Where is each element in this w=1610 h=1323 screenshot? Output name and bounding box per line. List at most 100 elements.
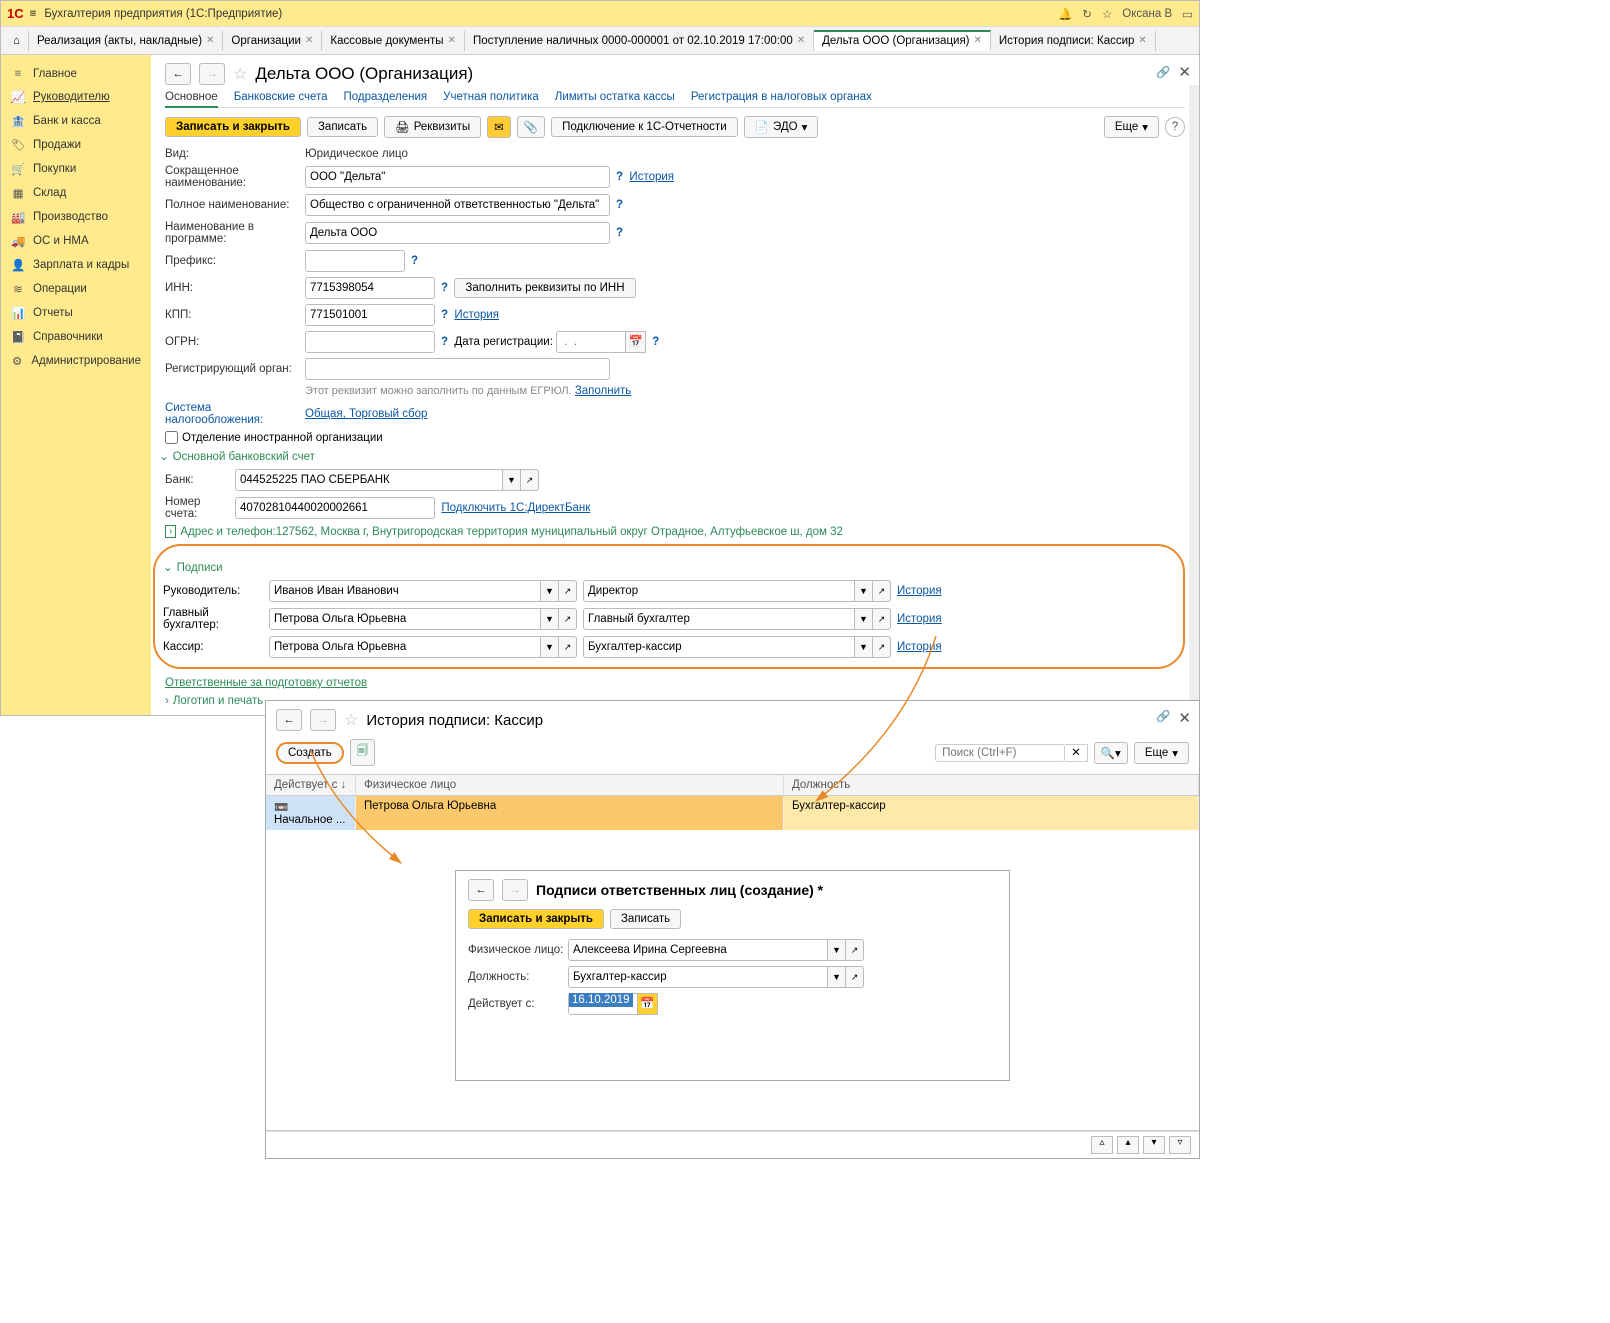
acc-pos-input[interactable] bbox=[583, 608, 855, 630]
clear-icon[interactable]: ✕ bbox=[1065, 744, 1088, 762]
edo-button[interactable]: 📄 ЭДО ▾ bbox=[744, 116, 819, 138]
addr-value[interactable]: 127562, Москва г, Внутригородская террит… bbox=[276, 526, 843, 538]
subtab-main[interactable]: Основное bbox=[165, 91, 218, 108]
save-close-button[interactable]: Записать и закрыть bbox=[165, 117, 301, 137]
resp-link[interactable]: Ответственные за подготовку отчетов bbox=[165, 677, 367, 689]
tab-2[interactable]: Кассовые документы✕ bbox=[322, 31, 465, 51]
more-button[interactable]: Еще ▾ bbox=[1134, 742, 1189, 764]
link-icon[interactable]: 🔗 bbox=[1156, 709, 1170, 727]
create-button[interactable]: Создать bbox=[276, 742, 344, 764]
favorite-icon[interactable]: ☆ bbox=[344, 710, 358, 730]
favorite-icon[interactable]: ☆ bbox=[233, 64, 247, 84]
help-icon[interactable]: ? bbox=[441, 336, 448, 348]
scroll-down-icon[interactable]: ▾ bbox=[1143, 1136, 1165, 1154]
help-icon[interactable]: ? bbox=[616, 199, 623, 211]
close-icon[interactable]: ✕ bbox=[1138, 35, 1146, 46]
dropdown-icon[interactable]: ▼ bbox=[828, 939, 846, 961]
close-icon[interactable]: ✕ bbox=[797, 35, 805, 46]
section-logo[interactable]: Логотип и печать bbox=[173, 695, 263, 707]
col-person[interactable]: Физическое лицо bbox=[356, 775, 784, 795]
menu-icon[interactable]: ≡ bbox=[30, 8, 37, 20]
inn-input[interactable] bbox=[305, 277, 435, 299]
nav-stock[interactable]: ▦Склад bbox=[1, 181, 151, 205]
connect-button[interactable]: Подключение к 1С-Отчетности bbox=[551, 117, 738, 137]
help-icon[interactable]: ? bbox=[411, 255, 418, 267]
open-icon[interactable]: ↗ bbox=[846, 939, 864, 961]
nav-bank[interactable]: 🏦Банк и касса bbox=[1, 109, 151, 133]
nav-admin[interactable]: ⚙Администрирование bbox=[1, 349, 151, 373]
person-input[interactable] bbox=[568, 939, 828, 961]
section-bank[interactable]: Основной банковский счет bbox=[159, 449, 1185, 463]
nav-prod[interactable]: 🏭Производство bbox=[1, 205, 151, 229]
acct-input[interactable] bbox=[235, 497, 435, 519]
help-icon[interactable]: ? bbox=[616, 171, 623, 183]
prog-input[interactable] bbox=[305, 222, 610, 244]
open-icon[interactable]: ↗ bbox=[873, 608, 891, 630]
save-close-button[interactable]: Записать и закрыть bbox=[468, 909, 604, 929]
nav-reports[interactable]: 📊Отчеты bbox=[1, 301, 151, 325]
back-button[interactable]: ← bbox=[276, 709, 302, 731]
scroll-top-icon[interactable]: ▵ bbox=[1091, 1136, 1113, 1154]
dir-pos-input[interactable] bbox=[583, 580, 855, 602]
open-icon[interactable]: ↗ bbox=[559, 580, 577, 602]
close-icon[interactable]: ✕ bbox=[305, 35, 313, 46]
tab-3[interactable]: Поступление наличных 0000-000001 от 02.1… bbox=[465, 31, 814, 51]
subtab-policy[interactable]: Учетная политика bbox=[443, 91, 539, 103]
close-icon[interactable]: ✕ bbox=[1178, 709, 1191, 727]
dir-person-input[interactable] bbox=[269, 580, 541, 602]
nav-purchase[interactable]: 🛒Покупки bbox=[1, 157, 151, 181]
more-button[interactable]: Еще ▾ bbox=[1104, 116, 1159, 138]
help-icon[interactable]: ? bbox=[652, 336, 659, 348]
foreign-checkbox[interactable] bbox=[165, 431, 178, 444]
history-link[interactable]: История bbox=[454, 309, 499, 321]
help-icon[interactable]: ? bbox=[616, 227, 623, 239]
dropdown-icon[interactable]: ▼ bbox=[503, 469, 521, 491]
tab-0[interactable]: Реализация (акты, накладные)✕ bbox=[29, 31, 223, 51]
attach-button[interactable]: 📎 bbox=[517, 116, 545, 138]
col-date[interactable]: Действует с bbox=[274, 779, 337, 791]
dropdown-icon[interactable]: ▼ bbox=[541, 608, 559, 630]
dropdown-icon[interactable]: ▼ bbox=[541, 580, 559, 602]
open-icon[interactable]: ↗ bbox=[846, 966, 864, 988]
section-addr[interactable]: Адрес и телефон: bbox=[180, 526, 275, 538]
expand-icon[interactable]: › bbox=[165, 695, 169, 707]
regdate-input[interactable] bbox=[556, 331, 626, 353]
dropdown-icon[interactable]: ▼ bbox=[855, 608, 873, 630]
section-sign[interactable]: Подписи bbox=[163, 560, 1175, 574]
home-tab-icon[interactable]: ⌂ bbox=[5, 31, 29, 51]
mini-icon[interactable]: ▭ bbox=[1182, 7, 1193, 21]
help-button[interactable]: ? bbox=[1165, 117, 1185, 137]
subtab-limits[interactable]: Лимиты остатка кассы bbox=[555, 91, 675, 103]
ogrn-input[interactable] bbox=[305, 331, 435, 353]
close-icon[interactable]: ✕ bbox=[206, 35, 214, 46]
kpp-input[interactable] bbox=[305, 304, 435, 326]
cash-pos-input[interactable] bbox=[583, 636, 855, 658]
expand-icon[interactable]: › bbox=[165, 525, 176, 538]
directbank-link[interactable]: Подключить 1С:ДиректБанк bbox=[441, 502, 590, 514]
subtab-bank[interactable]: Банковские счета bbox=[234, 91, 328, 103]
back-button[interactable]: ← bbox=[468, 879, 494, 901]
open-icon[interactable]: ↗ bbox=[873, 580, 891, 602]
pos-input[interactable] bbox=[568, 966, 828, 988]
forward-button[interactable]: → bbox=[502, 879, 528, 901]
nav-assets[interactable]: 🚚ОС и НМА bbox=[1, 229, 151, 253]
nav-refs[interactable]: 📓Справочники bbox=[1, 325, 151, 349]
close-page-icon[interactable]: ✕ bbox=[1178, 63, 1191, 81]
back-button[interactable]: ← bbox=[165, 63, 191, 85]
nav-main[interactable]: ≡Главное bbox=[1, 63, 151, 85]
fill-inn-button[interactable]: Заполнить реквизиты по ИНН bbox=[454, 278, 635, 298]
acc-person-input[interactable] bbox=[269, 608, 541, 630]
subtab-tax[interactable]: Регистрация в налоговых органах bbox=[691, 91, 872, 103]
user-name[interactable]: Оксана В bbox=[1122, 8, 1172, 20]
fill-link[interactable]: Заполнить bbox=[575, 385, 631, 397]
star-icon[interactable]: ☆ bbox=[1102, 7, 1112, 21]
tab-4[interactable]: Дельта ООО (Организация)✕ bbox=[814, 30, 991, 51]
dropdown-icon[interactable]: ▼ bbox=[828, 966, 846, 988]
nav-sales[interactable]: 🏷Продажи bbox=[1, 133, 151, 157]
help-icon[interactable]: ? bbox=[441, 282, 448, 294]
mail-button[interactable]: ✉ bbox=[487, 116, 511, 138]
bank-input[interactable] bbox=[235, 469, 503, 491]
col-pos[interactable]: Должность bbox=[784, 775, 1199, 795]
forward-button[interactable]: → bbox=[310, 709, 336, 731]
regorg-input[interactable] bbox=[305, 358, 610, 380]
